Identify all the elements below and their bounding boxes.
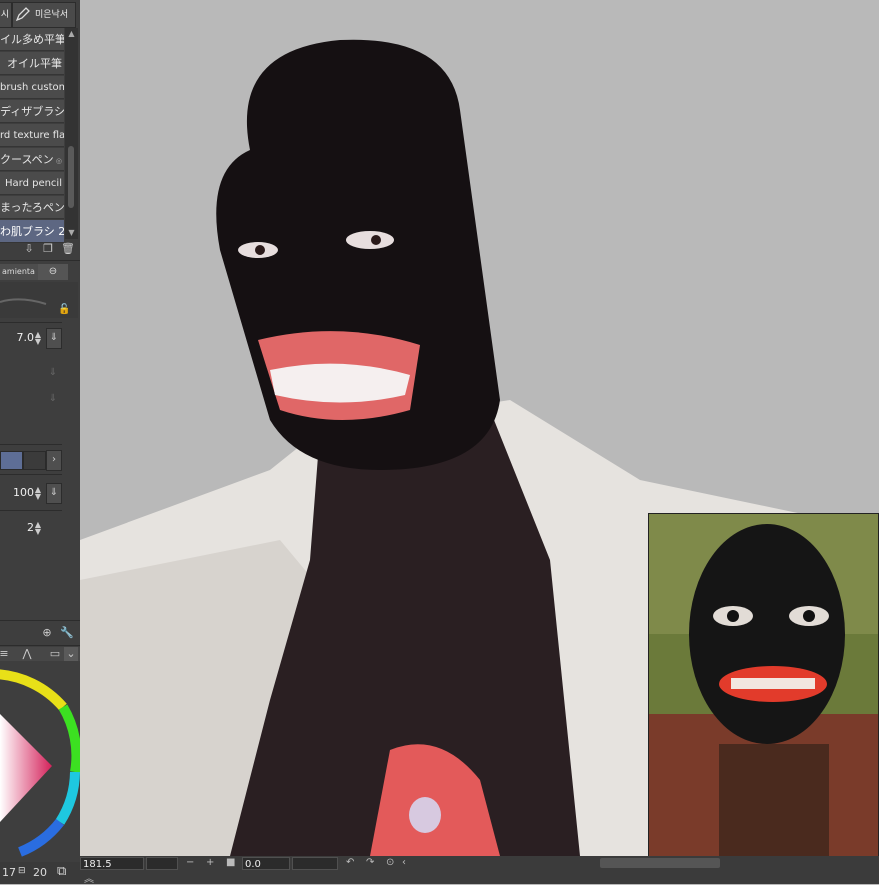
horizontal-scrollbar[interactable] — [600, 858, 720, 868]
lock-icon[interactable]: 🔓 — [58, 304, 70, 315]
spin-arrows-icon[interactable]: ▲ ▼ — [34, 521, 42, 536]
duplicate-icon[interactable]: ❐ — [41, 242, 55, 256]
count-b: 20 — [33, 866, 47, 879]
download-icon[interactable]: ⇓ — [46, 483, 62, 504]
pen-icon — [15, 6, 31, 22]
brush-count-bar: 17 ⊟ 20 ⧉ — [0, 862, 80, 884]
brush-item-label: イル多め平筆 — [0, 33, 64, 46]
opacity-value[interactable]: 100 — [6, 486, 34, 499]
divider — [0, 645, 80, 646]
brush-preview: 🔓 — [0, 282, 78, 318]
left-pupil — [255, 245, 265, 255]
brush-item-label: わ肌ブラシ 2 — [0, 225, 64, 238]
reference-image[interactable] — [648, 513, 879, 863]
brush-item[interactable]: まったろペン — [0, 196, 64, 219]
zoom-out-icon[interactable]: − — [186, 857, 194, 868]
brush-item[interactable]: イル多め平筆 — [0, 28, 64, 51]
panel-menu-icon[interactable]: ⌄ — [64, 647, 78, 661]
brush-item-label: オイル平筆 — [7, 57, 62, 70]
zoom-slider[interactable] — [146, 857, 178, 870]
brush-color-swatch[interactable] — [0, 451, 23, 470]
brush-item-selected[interactable]: わ肌ブラシ 2 — [0, 220, 64, 243]
divider — [0, 322, 62, 323]
tab-label: amienta — [2, 267, 35, 276]
scroll-thumb[interactable] — [68, 146, 74, 208]
right-pupil — [371, 235, 381, 245]
download-icon: ⇓ — [48, 367, 58, 378]
left-sidebar: 시 미은낙서 イル多め平筆 オイル平筆 brush custom ディザブラシ … — [0, 0, 81, 884]
brush-size-value[interactable]: 7.0 — [10, 331, 35, 344]
divider — [0, 620, 80, 621]
brush-item-label: ディザブラシ — [0, 105, 64, 118]
saturation-triangle[interactable] — [0, 714, 52, 822]
chevron-left-icon[interactable]: ‹ — [402, 857, 406, 868]
scroll-down-icon[interactable]: ▼ — [65, 227, 78, 239]
chevron-right-icon[interactable]: › — [46, 450, 62, 471]
rotate-right-icon[interactable]: ↷ — [366, 857, 374, 868]
color-panel-tabs: ≡ ⋀ ▭ ⌄ — [0, 647, 80, 661]
pen-tool-button[interactable]: 미은낙서 — [12, 2, 76, 28]
wound-highlight — [409, 797, 441, 833]
brush-list-scrollbar[interactable]: ▲ ▼ — [65, 28, 78, 239]
brush-item-label: rd texture flat — [0, 130, 64, 141]
trash-icon[interactable]: 🗑 — [61, 242, 75, 256]
spin-arrows-icon[interactable]: ▲ ▼ — [34, 486, 42, 501]
angle-slider[interactable] — [292, 857, 338, 870]
zoom-in-icon[interactable]: + — [206, 857, 214, 868]
import-icon[interactable]: ⇩ — [22, 242, 36, 256]
frame-icon[interactable]: ⧉ — [57, 864, 66, 879]
brush-item[interactable]: Hard pencil — [0, 172, 64, 195]
tab-sub-view[interactable]: ⊖ — [38, 264, 68, 280]
divider — [0, 444, 62, 445]
rotate-left-icon[interactable]: ↶ — [346, 857, 354, 868]
brush-item[interactable]: brush custom — [0, 76, 64, 99]
status-bar: 181.5 − + ■ 0.0 ↶ ↷ ⊙ ‹ ︽ — [80, 856, 879, 885]
brush-item-label: クースペン — [0, 153, 54, 166]
fit-icon[interactable]: ■ — [226, 857, 235, 868]
divider — [0, 510, 62, 511]
reference-photo — [649, 514, 878, 862]
brush-item[interactable]: オイル平筆 — [0, 52, 64, 75]
pen-tool-label: 미은낙서 — [35, 10, 69, 20]
color-wheel-tab-icon[interactable]: ≡ — [0, 647, 11, 661]
scroll-up-icon[interactable]: ▲ — [65, 28, 78, 40]
angle-field[interactable]: 0.0 — [242, 857, 290, 870]
expand-up-icon[interactable]: ︽ — [84, 870, 94, 885]
layers-icon: ⊟ — [18, 866, 26, 876]
zoom-field[interactable]: 181.5 — [80, 857, 144, 870]
download-icon[interactable]: ⇓ — [46, 328, 62, 349]
color-set-tab-icon[interactable]: ⋀ — [20, 647, 34, 661]
brush-item-label: brush custom — [0, 82, 64, 93]
sub-tool-label: 시 — [0, 10, 10, 20]
color-wheel[interactable] — [0, 662, 80, 862]
right-eye — [346, 231, 394, 249]
settings-dot-icon: ◎ — [53, 157, 63, 165]
link-icon: ⊖ — [48, 266, 58, 277]
brush-item-label: まったろペン — [0, 201, 64, 214]
brush-item-label: Hard pencil — [4, 178, 62, 189]
sub-color-swatch[interactable] — [23, 451, 46, 470]
count-a: 17 — [2, 866, 16, 879]
reset-rotation-icon[interactable]: ⊙ — [386, 857, 394, 868]
spin-arrows-icon[interactable]: ▲ ▼ — [34, 331, 42, 346]
wrench-icon[interactable]: 🔧 — [60, 626, 74, 640]
brush-item[interactable]: クースペン ◎ — [0, 148, 64, 171]
download-icon: ⇓ — [48, 393, 58, 404]
brush-item[interactable]: ディザブラシ — [0, 100, 64, 123]
stabilization-value[interactable]: 2 — [10, 521, 34, 534]
navigator-icon[interactable]: ⊕ — [40, 626, 54, 640]
divider — [0, 260, 80, 261]
sub-tool-button[interactable]: 시 — [0, 2, 12, 28]
brush-item[interactable]: rd texture flat — [0, 124, 64, 147]
tab-tool-property[interactable]: amienta — [0, 264, 38, 280]
history-tab-icon[interactable]: ▭ — [48, 647, 62, 661]
divider — [0, 474, 62, 475]
